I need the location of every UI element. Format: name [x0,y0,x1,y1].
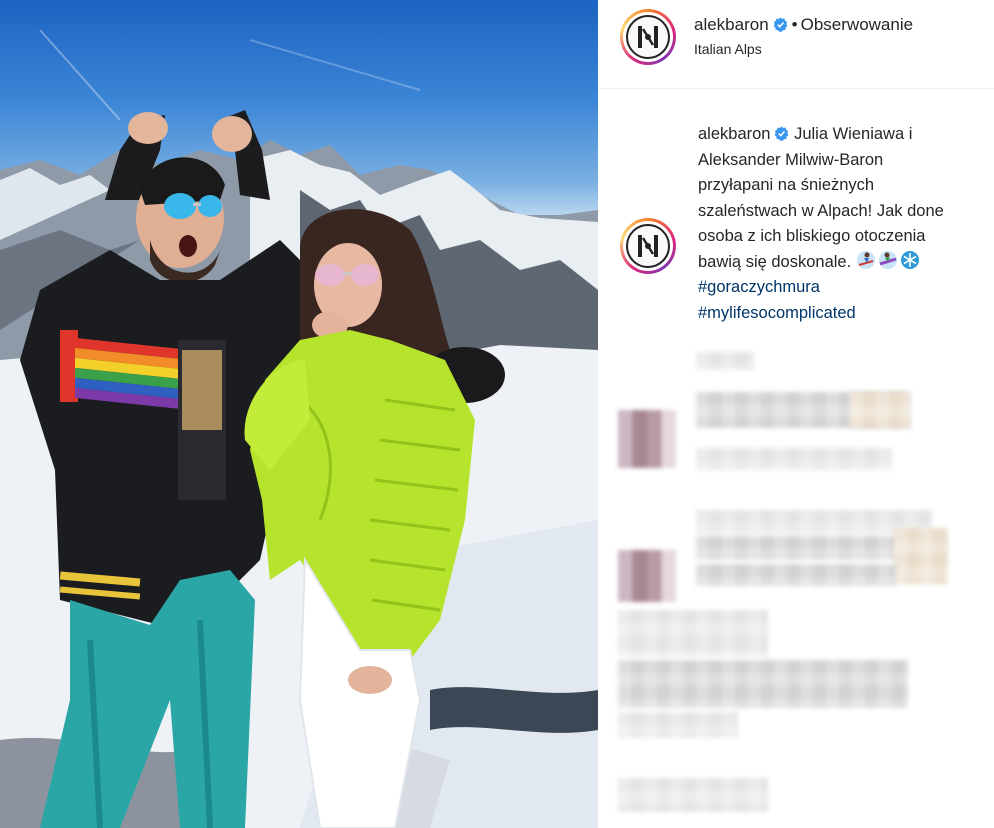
post-caption: alekbaron Julia Wieniawa i Aleksander Mi… [698,122,994,326]
post-side-panel: alekbaron • Obserwowanie Italian Alps alek… [598,0,994,828]
blurred-comment-meta [618,712,738,738]
blurred-comment-text [894,528,948,584]
caption-line: przyłapani na śnieżnych [698,176,875,194]
caption-author-avatar[interactable] [620,218,676,274]
ski-photo-illustration [0,29,598,828]
blurred-commenter-avatar [618,410,676,468]
post-header-text: alekbaron • Obserwowanie Italian Alps [694,15,913,57]
hashtag-link[interactable]: #mylifesocomplicated [698,301,994,327]
caption-line: szaleństwach w Alpach! Jak done [698,201,944,220]
avatar-inner [623,221,673,271]
skier-emoji-icon [856,250,875,269]
avatar-logo-icon [626,224,670,268]
blurred-comment-meta [696,448,892,470]
blurred-timestamp [696,352,754,370]
post-location[interactable]: Italian Alps [694,41,913,57]
caption-line: Julia Wieniawa i [794,125,913,143]
hashtag-link[interactable]: #goraczychmura [698,275,994,301]
following-button[interactable]: Obserwowanie [801,15,913,34]
blurred-comment-text [618,610,768,656]
caption-line: bawią się doskonale. [698,252,852,271]
blurred-comment-text [618,660,908,708]
header-separator: • [791,15,798,34]
snowflake-emoji-icon [900,250,919,269]
verified-badge-icon [773,17,788,32]
caption-username[interactable]: alekbaron [698,125,770,143]
post-header: alekbaron • Obserwowanie Italian Alps [598,0,994,89]
blurred-comment-text [850,392,910,428]
blurred-comment-text [618,778,768,812]
avatar-inner [623,12,673,62]
caption-line: osoba z ich bliskiego otoczenia [698,227,926,245]
snowboarder-emoji-icon [878,250,897,269]
verified-badge-icon [775,126,789,141]
post-photo[interactable] [0,0,598,828]
author-username[interactable]: alekbaron [694,15,769,34]
author-avatar[interactable] [620,9,676,65]
avatar-logo-icon [626,15,670,59]
blurred-comment-text [696,564,896,586]
blurred-commenter-avatar [618,550,676,602]
caption-line: Aleksander Milwiw-Baron [698,150,884,169]
